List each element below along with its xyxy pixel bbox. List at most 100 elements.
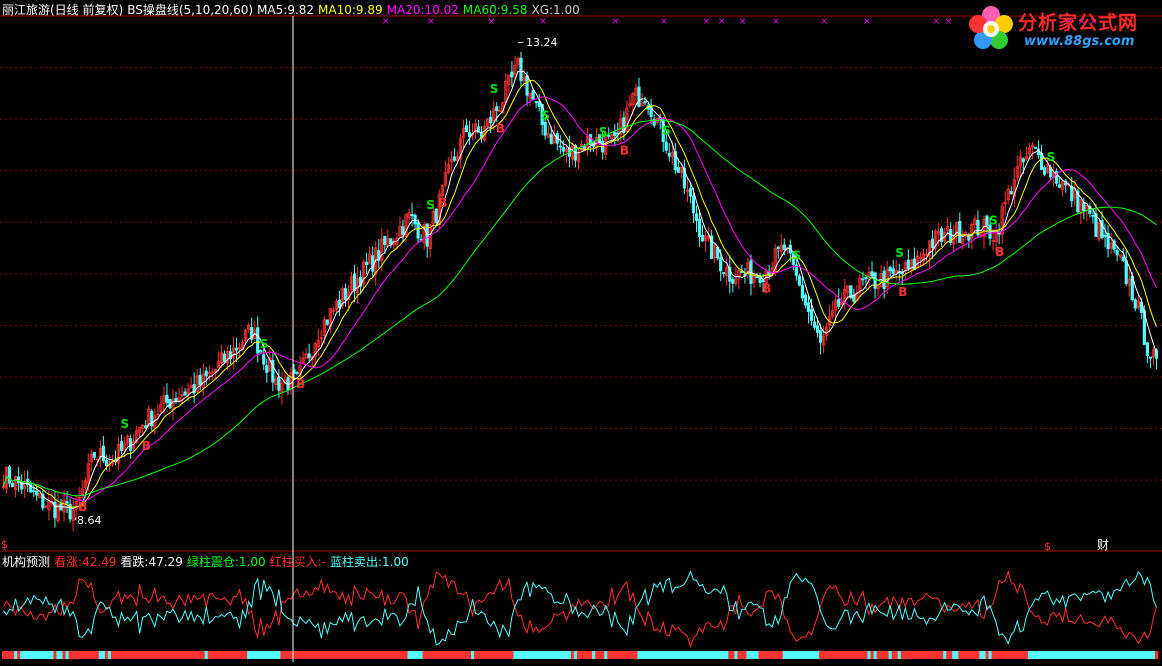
signal-bar: [219, 651, 224, 659]
signal-bar: [607, 651, 611, 659]
signal-bar: [1055, 651, 1059, 659]
signal-bar: [507, 651, 511, 659]
signal-bar: [834, 651, 838, 659]
signal-bar: [216, 651, 221, 659]
signal-bar: [1003, 651, 1008, 659]
xg-mark: ×: [539, 17, 547, 27]
signal-bar: [416, 651, 421, 659]
signal-bar: [622, 651, 626, 659]
candle-body: [755, 276, 759, 279]
candle-body: [815, 325, 820, 333]
signal-bar: [1079, 651, 1083, 659]
signal-bar: [1154, 651, 1159, 659]
signal-bar: [831, 651, 835, 659]
signal-bar: [253, 651, 257, 659]
xg-label: XG:: [531, 3, 554, 17]
signal-bar: [29, 651, 33, 659]
signal-bar: [95, 651, 100, 659]
signal-bar: [259, 651, 263, 659]
signal-bar: [244, 651, 248, 659]
signal-bar: [207, 651, 212, 659]
signal-bar: [964, 651, 968, 659]
signal-bar: [198, 651, 203, 659]
signal-bar: [386, 651, 390, 659]
signal-bar: [322, 651, 327, 659]
buy-signal: B: [898, 285, 907, 299]
candle-body: [1133, 299, 1137, 309]
signal-bar: [676, 651, 681, 659]
candle-body: [343, 288, 348, 300]
signal-bar: [201, 651, 206, 659]
signal-bar: [295, 651, 299, 659]
candle-body: [837, 299, 841, 307]
signal-bar: [1058, 651, 1062, 659]
candle-body: [531, 90, 535, 101]
signal-bar: [410, 651, 414, 659]
signal-bar: [746, 651, 750, 659]
signal-bar: [1070, 651, 1074, 659]
signal-bar: [389, 651, 393, 659]
xg-mark: ×: [612, 17, 620, 27]
signal-bar: [241, 651, 245, 659]
xg-mark: ×: [933, 17, 941, 27]
signal-bar: [564, 651, 569, 659]
signal-bar: [162, 651, 166, 659]
site-logo[interactable]: 分析家公式网 www.88gs.com: [962, 2, 1158, 56]
signal-bar: [465, 651, 469, 659]
signal-bar: [247, 651, 251, 659]
up-value: 42.49: [82, 555, 117, 569]
down-label: 看跌:: [120, 555, 149, 569]
signal-bar: [549, 651, 554, 659]
signal-bar: [525, 651, 529, 659]
signal-bar: [443, 651, 448, 659]
ma10-value: 9.89: [355, 3, 383, 17]
signal-bar: [779, 651, 784, 659]
candle-body: [7, 466, 12, 484]
signal-bar: [601, 651, 605, 659]
sell-signal: S: [662, 123, 671, 137]
signal-bar: [589, 651, 593, 659]
candle-body: [731, 278, 735, 284]
logo-brand-text: 分析家公式网: [1018, 12, 1139, 34]
signal-bar: [1145, 651, 1150, 659]
signal-bar: [343, 651, 348, 659]
signal-bar: [77, 651, 82, 659]
xg-mark: ×: [772, 17, 780, 27]
signal-bar: [159, 651, 163, 659]
signal-bar: [921, 651, 926, 659]
signal-bar: [785, 651, 790, 659]
signal-bar: [682, 651, 687, 659]
green-label: 绿柱震仓:: [186, 555, 239, 569]
signal-bar: [359, 651, 363, 659]
signal-bar: [994, 651, 999, 659]
signal-bar: [776, 651, 781, 659]
signal-bar: [353, 651, 357, 659]
signal-bar: [931, 651, 935, 659]
signal-bar: [183, 651, 187, 659]
candle-body: [697, 218, 702, 238]
signal-bar: [885, 651, 890, 659]
signal-bar: [71, 651, 76, 659]
signal-bar: [1006, 651, 1011, 659]
signal-bar: [710, 651, 714, 659]
signal-bar: [864, 651, 868, 659]
candle-body: [510, 71, 514, 78]
signal-bar: [1024, 651, 1029, 659]
signal-bar: [543, 651, 548, 659]
signal-bar: [604, 651, 608, 659]
signal-bar: [271, 651, 275, 659]
signal-bar: [383, 651, 387, 659]
candle-body: [183, 391, 187, 396]
signal-bar: [879, 651, 884, 659]
signal-bar: [573, 651, 578, 659]
candle-body: [818, 330, 823, 343]
candle-body: [1021, 158, 1025, 163]
candle-body: [101, 445, 105, 462]
blue-label: 蓝柱卖出:: [329, 555, 383, 569]
candle-body: [32, 490, 36, 493]
signal-bar: [446, 651, 451, 659]
signal-bar: [120, 651, 124, 659]
signal-bar: [126, 651, 130, 659]
signal-bar: [262, 651, 266, 659]
signal-bar: [1064, 651, 1068, 659]
